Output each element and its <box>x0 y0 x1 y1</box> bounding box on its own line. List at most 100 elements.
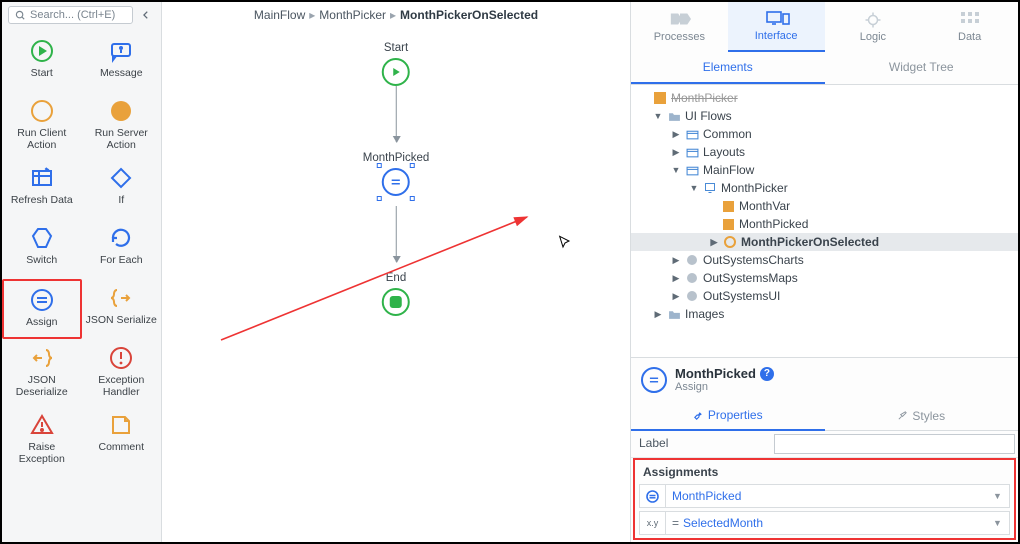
connector[interactable] <box>395 86 396 142</box>
tool-if[interactable]: If <box>82 159 162 219</box>
module-icon <box>653 91 667 105</box>
comment-icon <box>108 412 134 438</box>
expand-icon[interactable]: ▶ <box>671 273 681 284</box>
expand-icon[interactable]: ▶ <box>671 255 681 266</box>
search-placeholder: Search... (Ctrl+E) <box>30 9 115 21</box>
node-label-end: End <box>386 272 406 284</box>
tab-data[interactable]: Data <box>921 2 1018 52</box>
raise-exception-icon <box>29 412 55 438</box>
prop-tab-styles[interactable]: Styles <box>825 401 1019 431</box>
tree-item[interactable]: MonthPicked <box>631 215 1018 233</box>
subtab-widget-tree[interactable]: Widget Tree <box>825 52 1019 84</box>
cursor-icon <box>557 234 573 252</box>
tool-message[interactable]: Message <box>82 32 162 92</box>
collapse-icon[interactable]: ▼ <box>671 165 681 175</box>
reference-icon <box>685 289 699 303</box>
end-node[interactable] <box>382 288 410 316</box>
message-icon <box>108 38 134 64</box>
tool-assign[interactable]: Assign <box>2 279 82 339</box>
tool-comment[interactable]: Comment <box>82 406 162 473</box>
tab-processes[interactable]: Processes <box>631 2 728 52</box>
processes-icon <box>669 11 689 29</box>
json-deserialize-icon <box>29 345 55 371</box>
expression-icon: x.y <box>640 512 666 534</box>
tree-item[interactable]: ▶OutSystemsUI <box>631 287 1018 305</box>
for-each-icon <box>108 225 134 251</box>
flow-canvas[interactable]: MainFlow ▸ MonthPicker ▸ MonthPickerOnSe… <box>162 2 630 542</box>
switch-icon <box>29 225 55 251</box>
tool-raise-exception[interactable]: Raise Exception <box>2 406 82 473</box>
help-icon[interactable]: ? <box>760 367 774 381</box>
assign-icon <box>29 287 55 313</box>
tool-exception-handler[interactable]: Exception Handler <box>82 339 162 406</box>
assign-node[interactable] <box>382 168 410 196</box>
reference-icon <box>685 271 699 285</box>
breadcrumb: MainFlow ▸ MonthPicker ▸ MonthPickerOnSe… <box>162 2 630 22</box>
flow-icon <box>685 145 699 159</box>
refresh-data-icon <box>29 165 55 191</box>
tool-refresh-data[interactable]: Refresh Data <box>2 159 82 219</box>
breadcrumb-item[interactable]: MainFlow <box>254 8 305 22</box>
elements-tree[interactable]: MonthPicker ▼UI Flows ▶Common ▶Layouts ▼… <box>631 85 1018 357</box>
if-icon <box>108 165 134 191</box>
dropdown-icon[interactable]: ▼ <box>993 518 1009 528</box>
prop-row-label: Label <box>631 431 1018 458</box>
tool-for-each[interactable]: For Each <box>82 219 162 279</box>
tool-run-client-action[interactable]: Run Client Action <box>2 92 82 159</box>
collapse-toolbox-button[interactable] <box>137 6 155 24</box>
subtab-elements[interactable]: Elements <box>631 52 825 84</box>
breadcrumb-item[interactable]: MonthPicker <box>319 8 386 22</box>
breadcrumb-current: MonthPickerOnSelected <box>400 8 538 22</box>
expand-icon[interactable]: ▶ <box>653 309 663 320</box>
start-icon <box>29 38 55 64</box>
tree-item[interactable]: MonthPicker <box>631 89 1018 107</box>
start-node[interactable] <box>382 58 410 86</box>
interface-icon <box>766 10 786 28</box>
node-label-start: Start <box>384 42 408 54</box>
exception-handler-icon <box>108 345 134 371</box>
wrench-icon <box>693 410 704 421</box>
tree-item[interactable]: ▶OutSystemsMaps <box>631 269 1018 287</box>
search-input[interactable]: Search... (Ctrl+E) <box>8 6 133 24</box>
label-input[interactable] <box>774 434 1015 454</box>
tool-run-server-action[interactable]: Run Server Action <box>82 92 162 159</box>
assignments-section: Assignments MonthPicked ▼ x.y =SelectedM… <box>633 458 1016 540</box>
variable-icon <box>721 199 735 213</box>
tree-item-selected[interactable]: ▶MonthPickerOnSelected <box>631 233 1018 251</box>
tree-item[interactable]: ▼MainFlow <box>631 161 1018 179</box>
folder-icon <box>667 307 681 321</box>
dropdown-icon[interactable]: ▼ <box>993 491 1009 501</box>
tool-start[interactable]: Start <box>2 32 82 92</box>
prop-tab-properties[interactable]: Properties <box>631 401 825 431</box>
expand-icon[interactable]: ▶ <box>671 147 681 158</box>
tab-interface[interactable]: Interface <box>728 2 825 52</box>
tab-logic[interactable]: Logic <box>825 2 922 52</box>
connector[interactable] <box>395 206 396 262</box>
tree-item[interactable]: ▶OutSystemsCharts <box>631 251 1018 269</box>
folder-icon <box>667 109 681 123</box>
flow-icon <box>685 163 699 177</box>
expand-icon[interactable]: ▶ <box>671 291 681 302</box>
tree-item[interactable]: ▶Images <box>631 305 1018 323</box>
expand-icon[interactable]: ▶ <box>709 237 719 248</box>
assignment-value-row[interactable]: x.y =SelectedMonth ▼ <box>639 511 1010 535</box>
tree-item[interactable]: ▶Layouts <box>631 143 1018 161</box>
node-label-assign: MonthPicked <box>363 152 429 164</box>
toolbox-panel: Search... (Ctrl+E) Start Message Run Cli… <box>2 2 162 542</box>
tree-item[interactable]: ▼UI Flows <box>631 107 1018 125</box>
tree-item[interactable]: MonthVar <box>631 197 1018 215</box>
search-icon <box>15 10 26 21</box>
flow-icon <box>685 127 699 141</box>
collapse-icon[interactable]: ▼ <box>689 183 699 193</box>
expand-icon[interactable]: ▶ <box>671 129 681 140</box>
tool-switch[interactable]: Switch <box>2 219 82 279</box>
tree-item[interactable]: ▼MonthPicker <box>631 179 1018 197</box>
tree-item[interactable]: ▶Common <box>631 125 1018 143</box>
action-icon <box>723 235 737 249</box>
logic-icon <box>863 11 883 29</box>
assignment-variable-row[interactable]: MonthPicked ▼ <box>639 484 1010 508</box>
collapse-icon[interactable]: ▼ <box>653 111 663 121</box>
tool-json-deserialize[interactable]: JSON Deserialize <box>2 339 82 406</box>
variable-icon <box>640 485 666 507</box>
tool-json-serialize[interactable]: JSON Serialize <box>82 279 162 339</box>
